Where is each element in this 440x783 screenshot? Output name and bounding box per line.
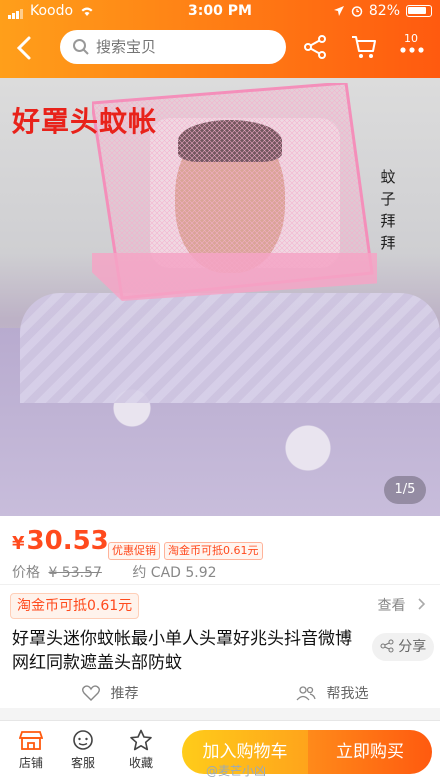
product-info-card: 淘金币可抵0.61元 查看 好罩头迷你蚊帐最小单人头罩好兆头抖音微博网红同款遮盖… <box>0 584 440 708</box>
original-price-row: 价格 ¥ 53.57 约 CAD 5.92 <box>12 562 217 582</box>
chevron-right-icon <box>418 598 426 610</box>
image-pager: 1/5 <box>384 476 426 504</box>
search-icon <box>73 39 89 55</box>
back-button[interactable] <box>14 34 44 64</box>
coin-discount-badge[interactable]: 淘金币可抵0.61元 <box>10 593 140 619</box>
tab-service[interactable]: 客服 <box>58 729 108 771</box>
image-overlay-title: 好罩头蚊帐 <box>12 105 158 138</box>
tab-favorite[interactable]: 收藏 <box>116 729 166 771</box>
alarm-icon <box>351 6 363 17</box>
battery-icon <box>406 5 432 17</box>
share-pill-button[interactable]: 分享 <box>372 633 434 661</box>
blanket <box>20 293 440 403</box>
people-icon <box>296 686 316 701</box>
cart-button[interactable] <box>350 34 380 64</box>
tab-shop[interactable]: 店铺 <box>6 729 56 771</box>
watermark: @麦芒小凶 <box>206 764 267 778</box>
cad-price: 约 CAD 5.92 <box>132 565 217 581</box>
heart-icon <box>82 685 100 701</box>
shop-icon <box>19 731 43 750</box>
more-badge: 10 <box>404 32 418 45</box>
star-icon <box>130 729 152 751</box>
product-title: 好罩头迷你蚊帐最小单人头罩好兆头抖音微博网红同款遮盖头部防蚊 <box>12 629 352 673</box>
coin-tag: 淘金币可抵0.61元 <box>164 542 263 560</box>
help-choose-button[interactable]: 帮我选 <box>296 683 368 703</box>
nav-bar: 10 <box>0 28 440 72</box>
status-bar: Koodo 3:00 PM 82% <box>0 0 440 24</box>
action-row: 推荐 帮我选 <box>0 681 440 707</box>
price-card: ¥30.53 优惠促销 淘金币可抵0.61元 价格 ¥ 53.57 约 CAD … <box>0 516 440 584</box>
promo-tag: 优惠促销 <box>108 542 160 560</box>
see-more-link[interactable]: 查看 <box>378 595 426 615</box>
battery-percent: 82% <box>368 3 400 19</box>
share-button[interactable] <box>302 34 332 64</box>
top-bar: Koodo 3:00 PM 82% 10 <box>0 0 440 78</box>
cart-icon <box>352 36 376 58</box>
original-price-label: 价格 <box>12 565 40 581</box>
buy-now-button[interactable]: 立即购买 <box>308 730 432 774</box>
original-price: ¥ 53.57 <box>48 565 102 581</box>
chevron-left-icon <box>16 36 31 60</box>
customer-service-icon <box>73 730 93 750</box>
product-image[interactable]: 好罩头蚊帐 蚊 子 拜 拜 1/5 <box>0 78 440 516</box>
current-price: ¥30.53 <box>12 526 109 556</box>
image-overlay-vertical-text: 蚊 子 拜 拜 <box>380 168 396 252</box>
search-input[interactable] <box>96 38 276 56</box>
recommend-button[interactable]: 推荐 <box>82 683 138 703</box>
share-icon <box>380 639 394 653</box>
share-icon <box>304 35 326 59</box>
location-arrow-icon <box>333 6 344 16</box>
more-button[interactable]: 10 <box>398 32 428 64</box>
search-box[interactable] <box>60 30 286 64</box>
